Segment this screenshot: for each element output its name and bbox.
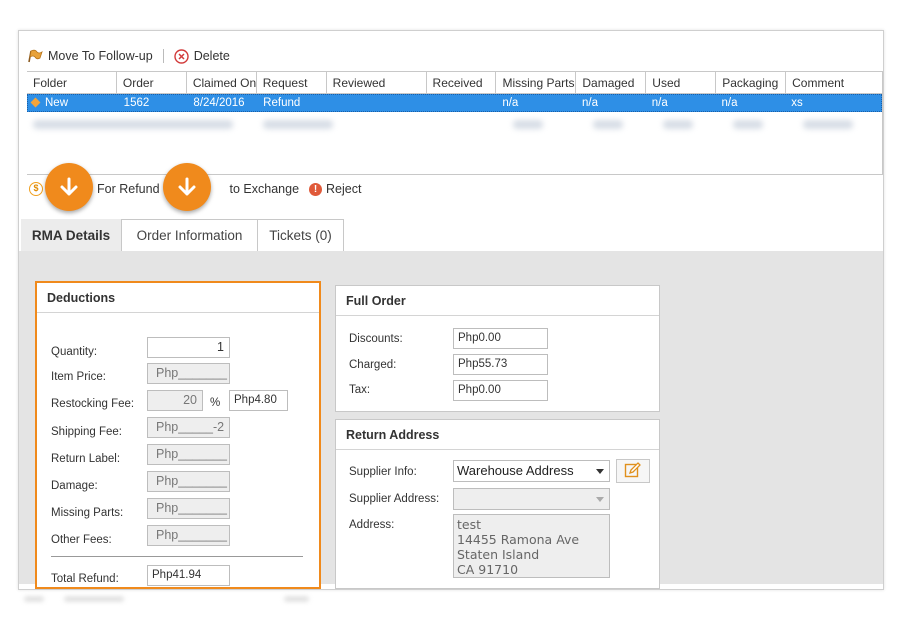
column-header[interactable]: Packaging	[716, 72, 787, 94]
rma-grid: Folder Order Claimed On Request Reviewed…	[27, 71, 883, 175]
deductions-title: Deductions	[37, 283, 319, 313]
column-header[interactable]: Order	[117, 72, 187, 94]
damage-label: Damage:	[51, 480, 98, 492]
table-cell	[427, 95, 497, 111]
total-refund-label: Total Refund:	[51, 573, 119, 585]
blurred-footer	[24, 596, 324, 604]
missing-parts-field[interactable]: Php_______	[147, 498, 230, 519]
address-label: Address:	[349, 519, 395, 531]
supplier-info-select[interactable]: Warehouse Address	[453, 460, 610, 482]
other-fees-label: Other Fees:	[51, 534, 112, 546]
other-fees-field[interactable]: Php_______	[147, 525, 230, 546]
return-address-panel: Return Address Supplier Info: Warehouse …	[335, 419, 660, 589]
charged-field[interactable]: Php55.73	[453, 354, 548, 375]
coin-icon: $	[29, 182, 43, 196]
down-arrow-icon	[163, 163, 211, 211]
quantity-field[interactable]: 1	[147, 337, 230, 358]
new-marker-icon	[30, 98, 41, 108]
table-cell-folder: New	[28, 95, 118, 111]
approve-refund-label: For Refund	[97, 182, 160, 196]
restocking-percent-field[interactable]: 20	[147, 390, 203, 411]
convert-to-exchange-label: to Exchange	[229, 182, 300, 196]
divider	[51, 556, 303, 557]
column-header[interactable]: Received	[427, 72, 497, 94]
supplier-info-label: Supplier Info:	[349, 466, 417, 478]
column-header[interactable]: Comment	[786, 72, 882, 94]
item-price-label: Item Price:	[51, 371, 106, 383]
edit-icon	[624, 461, 642, 481]
column-header[interactable]: Damaged	[576, 72, 647, 94]
full-order-title: Full Order	[336, 286, 659, 316]
move-to-follow-up-label: Move To Follow-up	[48, 49, 153, 63]
table-cell: n/a	[721, 97, 738, 109]
table-cell: 8/24/2016	[193, 97, 245, 109]
table-cell: n/a	[582, 97, 599, 109]
discounts-field[interactable]: Php0.00	[453, 328, 548, 349]
grid-header: Folder Order Claimed On Request Reviewed…	[27, 72, 882, 94]
supplier-address-select[interactable]	[453, 488, 610, 510]
delete-label: Delete	[193, 49, 230, 63]
column-header[interactable]: Missing Parts	[496, 72, 577, 94]
delete-icon	[173, 48, 189, 64]
table-cell: xs	[791, 97, 803, 109]
missing-parts-label: Missing Parts:	[51, 507, 124, 519]
percent-sign: %	[210, 397, 221, 409]
blurred-table-row	[33, 120, 859, 130]
table-cell: Refund	[263, 97, 301, 109]
reject-icon: !	[309, 182, 323, 196]
column-header[interactable]: Folder	[27, 72, 117, 94]
move-to-follow-up-button[interactable]: Move To Follow-up	[27, 49, 153, 63]
charged-label: Charged:	[349, 359, 397, 371]
table-cell: n/a	[651, 97, 668, 109]
column-header[interactable]: Claimed On	[187, 72, 257, 94]
shipping-fee-label: Shipping Fee:	[51, 426, 122, 438]
column-header[interactable]: Used	[646, 72, 717, 94]
toolbar-divider	[162, 49, 164, 63]
return-label-label: Return Label:	[51, 453, 121, 465]
deductions-panel: Deductions Quantity: 1 Item Price: Php__…	[35, 281, 321, 589]
quantity-label: Quantity:	[51, 346, 98, 358]
chevron-down-icon	[596, 497, 604, 502]
tax-label: Tax:	[349, 384, 371, 396]
edit-supplier-button[interactable]	[616, 459, 650, 483]
down-arrow-icon	[45, 163, 93, 211]
restocking-amount-field[interactable]: Php4.80	[229, 390, 288, 411]
toolbar: Move To Follow-up Delete	[27, 46, 230, 66]
address-field[interactable]: test 14455 Ramona Ave Staten Island CA 9…	[453, 514, 610, 578]
table-row-selected[interactable]: New 1562 8/24/2016 Refund n/a n/a n/a n/…	[27, 94, 882, 112]
rma-window: Move To Follow-up Delete Folder Order Cl…	[18, 30, 884, 590]
return-label-field[interactable]: Php_______	[147, 444, 230, 465]
tax-field[interactable]: Php0.00	[453, 380, 548, 401]
supplier-address-label: Supplier Address:	[349, 493, 440, 505]
reject-button[interactable]: ! Reject	[309, 182, 361, 196]
restocking-fee-label: Restocking Fee:	[51, 398, 135, 410]
tab-bar: RMA Details Order Information Tickets (0…	[19, 217, 883, 253]
rma-details-panel: Deductions Quantity: 1 Item Price: Php__…	[19, 251, 883, 589]
item-price-field[interactable]: Php_______	[147, 363, 230, 384]
tab-order-information[interactable]: Order Information	[121, 219, 258, 253]
total-refund-field[interactable]: Php41.94	[147, 565, 230, 586]
chevron-down-icon	[596, 469, 604, 474]
tab-rma-details[interactable]: RMA Details	[21, 219, 121, 253]
table-cell: 1562	[123, 97, 150, 109]
column-header[interactable]: Request	[257, 72, 327, 94]
flag-icon	[27, 49, 43, 63]
tab-tickets[interactable]: Tickets (0)	[257, 219, 344, 253]
column-header[interactable]: Reviewed	[327, 72, 427, 94]
table-cell: n/a	[502, 97, 519, 109]
damage-field[interactable]: Php_______	[147, 471, 230, 492]
table-cell	[327, 95, 427, 111]
full-order-panel: Full Order Discounts: Php0.00 Charged: P…	[335, 285, 660, 412]
shipping-fee-field[interactable]: Php_____-2	[147, 417, 230, 438]
return-address-title: Return Address	[336, 420, 659, 450]
delete-button[interactable]: Delete	[173, 48, 230, 64]
reject-label: Reject	[326, 182, 362, 196]
discounts-label: Discounts:	[349, 333, 403, 345]
